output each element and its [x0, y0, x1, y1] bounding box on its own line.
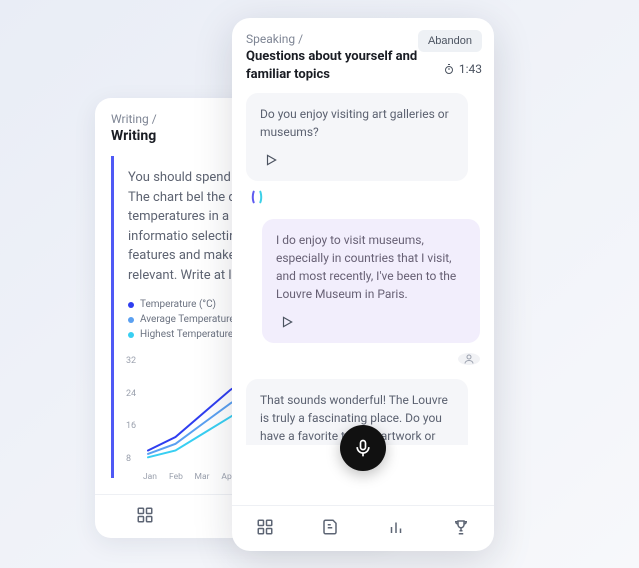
x-tick: Feb: [169, 472, 183, 482]
legend-dot: [128, 332, 134, 338]
conversation: Do you enjoy visiting art galleries or m…: [232, 89, 494, 445]
play-button[interactable]: [276, 311, 298, 333]
notes-icon[interactable]: [321, 518, 339, 540]
play-icon: [280, 315, 294, 329]
legend-dot: [128, 317, 134, 323]
mic-button[interactable]: [340, 425, 386, 471]
ai-logo-icon: [249, 189, 265, 205]
speaking-card: Speaking / Abandon Questions about yours…: [232, 18, 494, 551]
user-icon: [463, 353, 475, 365]
y-tick: 16: [126, 421, 136, 431]
play-icon: [264, 153, 278, 167]
play-button[interactable]: [260, 149, 282, 171]
grid-icon[interactable]: [256, 518, 274, 540]
message-text: Do you enjoy visiting art galleries or m…: [260, 105, 454, 141]
trophy-icon[interactable]: [452, 518, 470, 540]
ai-avatar: [246, 189, 268, 205]
legend-label: Temperature (°C): [140, 299, 216, 310]
ai-message: Do you enjoy visiting art galleries or m…: [246, 93, 468, 181]
x-tick: Mar: [195, 472, 210, 482]
grid-icon[interactable]: [136, 506, 154, 528]
legend-dot: [128, 302, 134, 308]
stats-icon[interactable]: [387, 518, 405, 540]
abandon-button[interactable]: Abandon: [418, 30, 482, 52]
timer: 1:43: [443, 62, 482, 76]
speaking-header: Speaking / Abandon Questions about yours…: [232, 18, 494, 89]
user-avatar: [458, 353, 480, 365]
message-text: I do enjoy to visit museums, especially …: [276, 231, 466, 303]
stopwatch-icon: [443, 63, 455, 75]
y-tick: 24: [126, 389, 136, 399]
x-tick: Jan: [143, 472, 157, 482]
speaking-bottom-nav: [232, 505, 494, 551]
mic-icon: [353, 438, 373, 458]
y-tick: 8: [126, 454, 131, 464]
user-message: I do enjoy to visit museums, especially …: [262, 219, 480, 343]
timer-value: 1:43: [459, 62, 482, 76]
mic-row: [232, 445, 494, 505]
y-tick: 32: [126, 356, 136, 366]
